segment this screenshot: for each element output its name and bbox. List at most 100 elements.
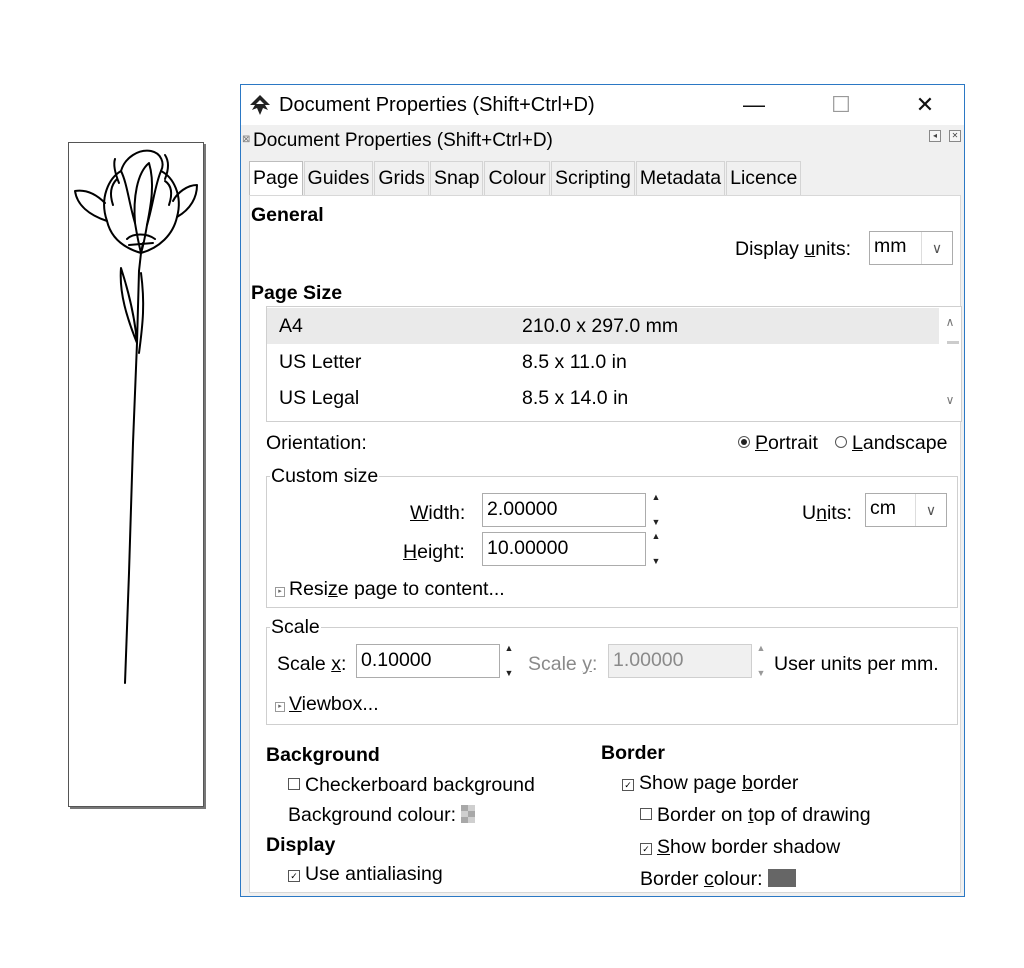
dock-title: Document Properties (Shift+Ctrl+D)	[253, 130, 553, 151]
display-heading: Display	[266, 834, 336, 856]
background-colour-label: Background colour:	[288, 804, 457, 826]
close-icon: ✕	[915, 92, 935, 117]
background-heading: Background	[266, 744, 380, 766]
scale-y-value: 1.00000	[613, 649, 684, 671]
width-input[interactable]: 2.00000	[482, 493, 646, 527]
inkscape-logo-icon	[249, 94, 271, 116]
units-select[interactable]: cm ∨	[865, 493, 947, 527]
title-bar[interactable]: Document Properties (Shift+Ctrl+D) — ☐ ✕	[241, 85, 964, 125]
checkbox-checked-icon: ✓	[640, 843, 652, 855]
scale-label: Scale	[270, 616, 321, 639]
scale-x-stepper[interactable]: ▲ ▼	[503, 644, 515, 678]
list-item[interactable]: US Legal 8.5 x 14.0 in	[267, 380, 939, 416]
chevron-down-icon[interactable]: ∨	[939, 393, 961, 407]
resize-to-content-expander[interactable]: ▸ Resize page to content...	[275, 578, 505, 601]
antialiasing-checkbox[interactable]: ✓ Use antialiasing	[288, 863, 443, 886]
display-units-select[interactable]: mm ∨	[869, 231, 953, 265]
tab-bar: Page Guides Grids Snap Colour Scripting …	[249, 161, 802, 197]
checkbox-checked-icon: ✓	[288, 870, 300, 882]
list-item[interactable]: US Letter 8.5 x 11.0 in	[267, 344, 939, 380]
tab-metadata[interactable]: Metadata	[635, 161, 726, 195]
page-size-heading: Page Size	[251, 282, 343, 304]
tab-licence[interactable]: Licence	[726, 161, 802, 195]
scale-x-value: 0.10000	[361, 649, 432, 671]
tab-guides[interactable]: Guides	[303, 161, 374, 195]
custom-size-frame: Custom size Width: 2.00000 ▲ ▼ Height: 10…	[266, 465, 958, 608]
border-heading: Border	[601, 742, 665, 764]
checkbox-checked-icon: ✓	[622, 779, 634, 791]
units-value: cm	[870, 497, 896, 519]
canvas-page[interactable]	[68, 142, 204, 807]
portrait-radio[interactable]: Portrait	[738, 432, 818, 455]
tab-colour[interactable]: Colour	[484, 161, 550, 195]
scale-y-input: 1.00000	[608, 644, 752, 678]
background-colour-row: Background colour:	[288, 804, 476, 829]
checkbox-icon	[640, 808, 652, 820]
general-heading: General	[251, 204, 324, 226]
checkerboard-checkbox[interactable]: Checkerboard background	[288, 774, 535, 797]
iconify-button[interactable]: ◂	[929, 130, 941, 142]
page-size-dimensions: 8.5 x 14.0 in	[522, 387, 629, 409]
orientation-label: Orientation:	[266, 432, 367, 454]
chevron-down-icon: ∨	[921, 232, 952, 264]
expander-icon: ▸	[275, 587, 285, 597]
background-colour-swatch[interactable]	[461, 805, 476, 829]
scale-y-label: Scale y:	[528, 653, 598, 675]
width-label: Width:	[410, 502, 466, 524]
border-colour-swatch[interactable]	[767, 869, 796, 887]
radio-icon	[835, 436, 847, 448]
flower-drawing	[74, 149, 198, 684]
scale-x-label: Scale x:	[277, 653, 347, 675]
page-size-dimensions: 8.5 x 11.0 in	[522, 351, 627, 373]
tab-snap[interactable]: Snap	[429, 161, 484, 195]
minimize-button[interactable]: —	[724, 85, 784, 125]
page-size-list[interactable]: A4 210.0 x 297.0 mm US Letter 8.5 x 11.0…	[266, 306, 962, 422]
display-units-value: mm	[874, 235, 907, 257]
list-scrollbar[interactable]: ∧ ∨	[939, 307, 961, 419]
page-size-name: US Legal	[279, 387, 360, 409]
border-on-top-checkbox[interactable]: Border on top of drawing	[640, 804, 871, 827]
page-size-name: A4	[279, 315, 303, 337]
dock-grip-icon: ⊠	[242, 134, 251, 145]
document-properties-window: Document Properties (Shift+Ctrl+D) — ☐ ✕…	[240, 84, 965, 897]
dock-title-bar[interactable]: ⊠ Document Properties (Shift+Ctrl+D) ◂ ✕	[241, 125, 964, 155]
tab-grids[interactable]: Grids	[374, 161, 429, 195]
dock-close-button[interactable]: ✕	[949, 130, 961, 142]
maximize-button[interactable]: ☐	[811, 85, 871, 125]
minimize-icon: —	[743, 92, 765, 117]
expander-icon: ▸	[275, 702, 285, 712]
display-units-label: Display units:	[735, 238, 851, 260]
custom-size-label: Custom size	[270, 465, 380, 488]
height-stepper[interactable]: ▲ ▼	[650, 532, 662, 566]
chevron-up-icon[interactable]: ∧	[939, 315, 961, 329]
list-item[interactable]: A4 210.0 x 297.0 mm	[267, 308, 939, 344]
height-input[interactable]: 10.00000	[482, 532, 646, 566]
height-label: Height:	[403, 541, 465, 563]
checkbox-icon	[288, 778, 300, 790]
scale-frame: Scale Scale x: 0.10000 ▲ ▼ Scale y: 1.000…	[266, 616, 958, 725]
border-colour-row: Border colour:	[640, 868, 796, 891]
units-label: Units:	[802, 502, 852, 524]
page-size-name: US Letter	[279, 351, 362, 373]
scale-x-input[interactable]: 0.10000	[356, 644, 500, 678]
tab-page[interactable]: Page	[249, 161, 303, 197]
chevron-down-icon: ∨	[915, 494, 946, 526]
page-size-dimensions: 210.0 x 297.0 mm	[522, 315, 679, 337]
scrollbar-thumb[interactable]	[947, 341, 959, 344]
border-colour-label: Border colour:	[640, 868, 763, 890]
height-value: 10.00000	[487, 537, 569, 559]
landscape-radio[interactable]: Landscape	[835, 432, 947, 455]
close-button[interactable]: ✕	[895, 85, 955, 125]
user-units-label: User units per mm.	[774, 653, 939, 675]
show-page-border-checkbox[interactable]: ✓ Show page border	[622, 772, 798, 795]
maximize-icon: ☐	[831, 92, 851, 117]
window-title: Document Properties (Shift+Ctrl+D)	[279, 94, 595, 116]
show-border-shadow-checkbox[interactable]: ✓ Show border shadow	[640, 836, 840, 859]
scale-y-stepper: ▲ ▼	[756, 643, 766, 678]
viewbox-expander[interactable]: ▸ Viewbox...	[275, 693, 379, 716]
page-tab-panel: General Display units: mm ∨ Page Size A4…	[249, 195, 962, 893]
width-value: 2.00000	[487, 498, 558, 520]
radio-selected-icon	[738, 436, 750, 448]
width-stepper[interactable]: ▲ ▼	[650, 493, 662, 527]
tab-scripting[interactable]: Scripting	[550, 161, 635, 195]
